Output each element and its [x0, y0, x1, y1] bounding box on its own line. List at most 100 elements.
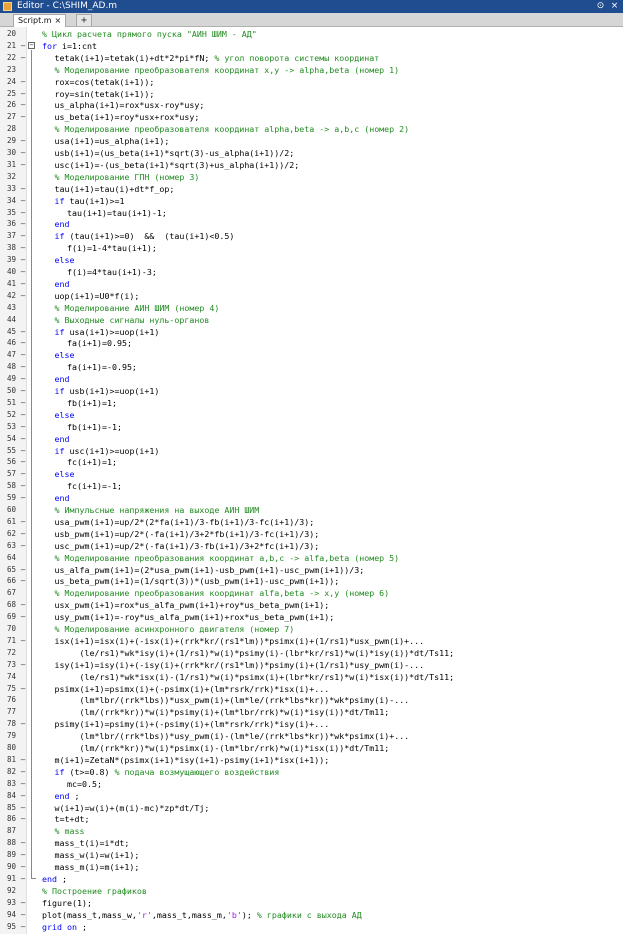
code-line[interactable]: 49 — end [0, 374, 623, 384]
code-line[interactable]: 91 — end ; [0, 874, 623, 884]
code-line[interactable]: 89 — mass_w(i)=w(i+1); [0, 850, 623, 860]
breakpoint-marker[interactable]: — [20, 77, 26, 87]
breakpoint-marker[interactable]: — [20, 481, 26, 491]
code-line[interactable]: 93 — figure(1); [0, 898, 623, 908]
code-line[interactable]: 87 % mass [0, 826, 623, 836]
code-line[interactable]: 40 — f(i)=4*tau(i+1)-3; [0, 267, 623, 277]
breakpoint-marker[interactable]: — [20, 196, 26, 206]
code-line[interactable]: 55 — if usc(i+1)>=uop(i+1) [0, 446, 623, 456]
breakpoint-marker[interactable]: — [20, 457, 26, 467]
breakpoint-marker[interactable]: — [20, 910, 26, 920]
code-line[interactable]: 76 (lm*lbr/(rrk*lbs))*usx_pwm(i)+(lm*le/(… [0, 695, 623, 705]
code-line[interactable]: 72 (le/rs1)*wk*isy(i)+(1/rs1)*w(i)*psimy(… [0, 648, 623, 658]
code-line[interactable]: 21 — − for i=1:cnt [0, 41, 623, 51]
breakpoint-marker[interactable]: — [20, 469, 26, 479]
code-line[interactable]: 67 % Моделирование преобразования координ… [0, 588, 623, 598]
breakpoint-marker[interactable]: — [20, 100, 26, 110]
code-line[interactable]: 71 — isx(i+1)=isx(i)+(-isx(i)+(rrk*kr/(rs1… [0, 636, 623, 646]
code-line[interactable]: 68 — usx_pwm(i+1)=rox*us_alfa_pwm(i+1)+roy… [0, 600, 623, 610]
code-line[interactable]: 31 — usc(i+1)=-(us_beta(i+1)*sqrt(3)+us_al… [0, 160, 623, 170]
code-line[interactable]: 30 — usb(i+1)=(us_beta(i+1)*sqrt(3)-us_alp… [0, 148, 623, 158]
breakpoint-marker[interactable]: — [20, 612, 26, 622]
breakpoint-marker[interactable]: — [20, 874, 26, 884]
breakpoint-marker[interactable]: — [20, 338, 26, 348]
breakpoint-marker[interactable]: — [20, 184, 26, 194]
breakpoint-marker[interactable]: — [20, 41, 26, 51]
breakpoint-marker[interactable]: — [20, 350, 26, 360]
breakpoint-marker[interactable]: — [20, 255, 26, 265]
code-line[interactable]: 92 % Построение графиков [0, 886, 623, 896]
code-line[interactable]: 48 — fa(i+1)=-0.95; [0, 362, 623, 372]
breakpoint-marker[interactable]: — [20, 231, 26, 241]
code-line[interactable]: 70 % Моделирование асинхронного двигателя… [0, 624, 623, 634]
code-line[interactable]: 28 % Моделирование преобразователя коорди… [0, 124, 623, 134]
code-line[interactable]: 56 — fc(i+1)=1; [0, 457, 623, 467]
code-line[interactable]: 46 — fa(i+1)=0.95; [0, 338, 623, 348]
code-line[interactable]: 90 — mass_m(i)=m(i+1); [0, 862, 623, 872]
code-line[interactable]: 82 — if (t>=0.8) % подача возмущающего воз… [0, 767, 623, 777]
breakpoint-marker[interactable]: — [20, 529, 26, 539]
breakpoint-marker[interactable]: — [20, 219, 26, 229]
breakpoint-marker[interactable]: — [20, 767, 26, 777]
tab-script[interactable]: Script.m × [13, 14, 67, 27]
breakpoint-marker[interactable]: — [20, 850, 26, 860]
code-line[interactable]: 78 — psimy(i+1)=psimy(i)+(-psimy(i)+(lm*rs… [0, 719, 623, 729]
breakpoint-marker[interactable]: — [20, 446, 26, 456]
breakpoint-marker[interactable]: — [20, 922, 26, 932]
code-line[interactable]: 75 — psimx(i+1)=psimx(i)+(-psimx(i)+(lm*rs… [0, 684, 623, 694]
code-line[interactable]: 84 — end ; [0, 791, 623, 801]
breakpoint-marker[interactable]: — [20, 136, 26, 146]
breakpoint-marker[interactable]: — [20, 660, 26, 670]
code-line[interactable]: 25 — roy=sin(tetak(i+1)); [0, 89, 623, 99]
breakpoint-marker[interactable]: — [20, 600, 26, 610]
code-line[interactable]: 20 % Цикл расчета прямого пуска "АИН ШИМ … [0, 29, 623, 39]
breakpoint-marker[interactable]: — [20, 208, 26, 218]
chevron-down-circle-icon[interactable]: ⊙ [595, 1, 606, 12]
code-line[interactable]: 35 — tau(i+1)=tau(i+1)-1; [0, 208, 623, 218]
code-line[interactable]: 34 — if tau(i+1)>=1 [0, 196, 623, 206]
code-line[interactable]: 43 % Моделирование АИН ШИМ (номер 4) [0, 303, 623, 313]
breakpoint-marker[interactable]: — [20, 386, 26, 396]
code-line[interactable]: 94 — plot(mass_t,mass_w,'r',mass_t,mass_m,… [0, 910, 623, 920]
breakpoint-marker[interactable]: — [20, 838, 26, 848]
code-line[interactable]: 32 % Моделирование ГПН (номер 3) [0, 172, 623, 182]
code-line[interactable]: 57 — else [0, 469, 623, 479]
code-line[interactable]: 80 (lm/(rrk*kr))*w(i)*psimx(i)-(lm*lbr/rr… [0, 743, 623, 753]
code-line[interactable]: 85 — w(i+1)=w(i)+(m(i)-mc)*zp*dt/Tj; [0, 803, 623, 813]
breakpoint-marker[interactable]: — [20, 862, 26, 872]
code-line[interactable]: 58 — fc(i+1)=-1; [0, 481, 623, 491]
code-line[interactable]: 95 — grid on ; [0, 922, 623, 932]
code-line[interactable]: 62 — usb_pwm(i+1)=up/2*(-fa(i+1)/3+2*fb(i+… [0, 529, 623, 539]
breakpoint-marker[interactable]: — [20, 374, 26, 384]
code-line[interactable]: 24 — rox=cos(tetak(i+1)); [0, 77, 623, 87]
code-line[interactable]: 27 — us_beta(i+1)=roy*usx+rox*usy; [0, 112, 623, 122]
code-line[interactable]: 36 — end [0, 219, 623, 229]
code-line[interactable]: 66 — us_beta_pwm(i+1)=(1/sqrt(3))*(usb_pwm… [0, 576, 623, 586]
breakpoint-marker[interactable]: — [20, 148, 26, 158]
breakpoint-marker[interactable]: — [20, 160, 26, 170]
breakpoint-marker[interactable]: — [20, 267, 26, 277]
breakpoint-marker[interactable]: — [20, 755, 26, 765]
code-line[interactable]: 37 — if (tau(i+1)>=0) && (tau(i+1)<0.5) [0, 231, 623, 241]
code-line[interactable]: 41 — end [0, 279, 623, 289]
breakpoint-marker[interactable]: — [20, 410, 26, 420]
breakpoint-marker[interactable]: — [20, 398, 26, 408]
breakpoint-marker[interactable]: — [20, 814, 26, 824]
code-line[interactable]: 52 — else [0, 410, 623, 420]
breakpoint-marker[interactable]: — [20, 89, 26, 99]
breakpoint-marker[interactable]: — [20, 422, 26, 432]
breakpoint-marker[interactable]: — [20, 803, 26, 813]
breakpoint-marker[interactable]: — [20, 779, 26, 789]
code-line[interactable]: 69 — usy_pwm(i+1)=-roy*us_alfa_pwm(i+1)+ro… [0, 612, 623, 622]
code-line[interactable]: 64 % Моделирование преобразования координ… [0, 553, 623, 563]
add-tab-button[interactable]: + [76, 14, 92, 26]
code-line[interactable]: 86 — t=t+dt; [0, 814, 623, 824]
breakpoint-marker[interactable]: — [20, 53, 26, 63]
code-line[interactable]: 79 (lm*lbr/(rrk*lbs))*usy_pwm(i)-(lm*le/(… [0, 731, 623, 741]
code-line[interactable]: 54 — end [0, 434, 623, 444]
fold-toggle-icon[interactable]: − [28, 41, 35, 49]
breakpoint-marker[interactable]: — [20, 112, 26, 122]
code-line[interactable]: 73 — isy(i+1)=isy(i)+(-isy(i)+(rrk*kr/(rs1… [0, 660, 623, 670]
breakpoint-marker[interactable]: — [20, 362, 26, 372]
code-line[interactable]: 65 — us_alfa_pwm(i+1)=(2*usa_pwm(i+1)-usb_… [0, 565, 623, 575]
